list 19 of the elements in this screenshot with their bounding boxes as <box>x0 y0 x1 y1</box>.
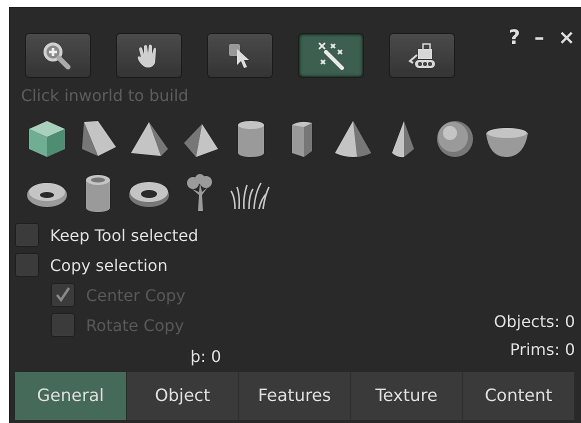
tab[interactable]: Object <box>127 372 239 420</box>
tab[interactable]: Texture <box>351 372 463 420</box>
tab[interactable]: Features <box>239 372 351 420</box>
tool-button[interactable] <box>298 33 364 78</box>
checkmark-icon <box>54 286 72 304</box>
minimize-button[interactable]: – <box>534 25 544 49</box>
help-button[interactable]: ? <box>508 25 520 49</box>
tool-button[interactable] <box>116 33 182 78</box>
checkbox-option[interactable]: Copy selection <box>15 253 198 277</box>
tab[interactable]: Content <box>463 372 575 420</box>
tool-button[interactable] <box>207 33 273 78</box>
tool-button[interactable] <box>25 33 91 78</box>
checkbox-option[interactable]: Keep Tool selected <box>15 223 198 247</box>
count-label: Prims: 0 <box>509 339 575 361</box>
count-label: þ: 0 <box>190 347 222 366</box>
tab[interactable]: General <box>15 372 127 420</box>
close-button[interactable]: × <box>558 25 575 49</box>
tool-button[interactable] <box>389 33 455 78</box>
count-label: Objects: 0 <box>494 311 575 333</box>
